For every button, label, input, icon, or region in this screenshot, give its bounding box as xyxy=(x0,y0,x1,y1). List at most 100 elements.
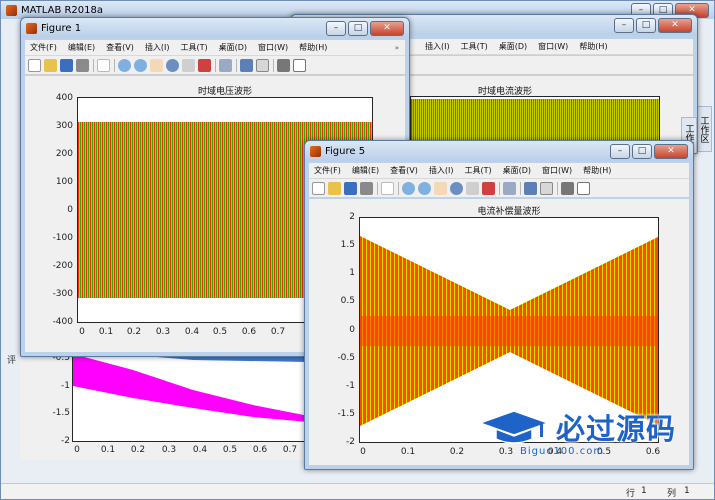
f5-ytick: -0.5 xyxy=(337,353,355,363)
figure1-title: Figure 1 xyxy=(41,22,82,34)
toolbar-separator xyxy=(520,181,521,195)
zoom-out-icon[interactable] xyxy=(134,58,147,72)
open-folder-icon[interactable] xyxy=(328,181,341,195)
print-icon[interactable] xyxy=(76,58,89,72)
new-file-icon[interactable] xyxy=(312,181,325,195)
menu-insert[interactable]: 插入(I) xyxy=(429,165,454,176)
maximize-button[interactable]: □ xyxy=(348,20,368,36)
menu-help[interactable]: 帮助(H) xyxy=(583,165,611,176)
link-plot-icon[interactable] xyxy=(503,181,516,195)
menu-edit[interactable]: 编辑(E) xyxy=(352,165,379,176)
f1-ytick: 100 xyxy=(55,177,73,187)
f5-ytick: 2 xyxy=(349,212,355,222)
data-cursor-icon[interactable] xyxy=(182,58,195,72)
toolbar-separator xyxy=(114,58,115,72)
menu-view[interactable]: 查看(V) xyxy=(390,165,418,176)
save-icon[interactable] xyxy=(60,58,73,72)
minimize-button[interactable]: – xyxy=(610,143,630,159)
data-cursor-icon[interactable] xyxy=(466,181,479,195)
menu-desktop[interactable]: 桌面(D) xyxy=(219,42,247,53)
hide-tools-icon[interactable] xyxy=(561,181,574,195)
close-button[interactable]: ✕ xyxy=(658,17,692,33)
figure1-titlebar: Figure 1 – □ ✕ xyxy=(21,18,409,38)
pan-hand-icon[interactable] xyxy=(434,181,447,195)
save-icon[interactable] xyxy=(344,181,357,195)
brush-icon[interactable] xyxy=(482,181,495,195)
menu-window[interactable]: 窗口(W) xyxy=(542,165,572,176)
menu-help[interactable]: 帮助(H) xyxy=(299,42,327,53)
f5-ytick: -1 xyxy=(346,381,355,391)
menu-chevron-icon[interactable]: » xyxy=(395,44,399,52)
menu-tools[interactable]: 工具(T) xyxy=(464,165,491,176)
status-col-value: 1 xyxy=(684,486,690,496)
menu-desktop[interactable]: 桌面(D) xyxy=(499,41,527,52)
toolbar-separator xyxy=(215,58,216,72)
brush-icon[interactable] xyxy=(198,58,211,72)
zoom-in-icon[interactable] xyxy=(402,181,415,195)
close-button[interactable]: ✕ xyxy=(654,143,688,159)
menu-window[interactable]: 窗口(W) xyxy=(538,41,568,52)
figure5-toolbar xyxy=(309,179,689,198)
menu-tools[interactable]: 工具(T) xyxy=(461,41,488,52)
link-plot-icon[interactable] xyxy=(219,58,232,72)
f1-xtick: 0.6 xyxy=(241,327,257,337)
new-file-icon[interactable] xyxy=(28,58,41,72)
menu-file[interactable]: 文件(F) xyxy=(30,42,57,53)
f1-ytick: -200 xyxy=(52,261,73,271)
f5-xtick: 0.6 xyxy=(645,447,661,457)
bg-ytick: -1 xyxy=(61,381,70,391)
pointer-icon[interactable] xyxy=(381,181,394,195)
toolbar-separator xyxy=(377,181,378,195)
hide-tools-icon[interactable] xyxy=(277,58,290,72)
colorbar-icon[interactable] xyxy=(524,181,537,195)
colorbar-icon[interactable] xyxy=(240,58,253,72)
close-button[interactable]: ✕ xyxy=(370,20,404,36)
pan-hand-icon[interactable] xyxy=(150,58,163,72)
menu-edit[interactable]: 编辑(E) xyxy=(68,42,95,53)
show-tools-icon[interactable] xyxy=(577,181,590,195)
zoom-in-icon[interactable] xyxy=(118,58,131,72)
figure1-menubar: 文件(F) 编辑(E) 查看(V) 插入(I) 工具(T) 桌面(D) 窗口(W… xyxy=(25,40,405,56)
status-row-value: 1 xyxy=(641,486,647,496)
bg-xtick: 0 xyxy=(74,445,80,455)
rotate-icon[interactable] xyxy=(450,181,463,195)
bg-xtick: 0.7 xyxy=(282,445,298,455)
menu-view[interactable]: 查看(V) xyxy=(106,42,134,53)
toolbar-separator xyxy=(236,58,237,72)
show-tools-icon[interactable] xyxy=(293,58,306,72)
f5-xtick: 0.3 xyxy=(498,447,514,457)
bg-xtick: 0.4 xyxy=(192,445,208,455)
minimize-button[interactable]: – xyxy=(326,20,346,36)
watermark-subtext: Biguo100.com xyxy=(520,446,605,457)
bg-xtick: 0.3 xyxy=(161,445,177,455)
watermark-text: 必过源码 xyxy=(556,412,677,446)
menu-insert[interactable]: 插入(I) xyxy=(145,42,170,53)
rotate-icon[interactable] xyxy=(166,58,179,72)
menu-help[interactable]: 帮助(H) xyxy=(579,41,607,52)
legend-icon[interactable] xyxy=(256,58,269,72)
maximize-button[interactable]: □ xyxy=(632,143,652,159)
desktop: MATLAB R2018a – □ ✕ 评 工作区 行 1 列 1 -0.5 -… xyxy=(0,0,715,500)
f5-ytick: 1 xyxy=(349,268,355,278)
left-stub: 评 xyxy=(7,356,17,366)
f1-ytick: -100 xyxy=(52,233,73,243)
pointer-icon[interactable] xyxy=(97,58,110,72)
bg-xtick: 0.2 xyxy=(130,445,146,455)
menu-desktop[interactable]: 桌面(D) xyxy=(503,165,531,176)
legend-icon[interactable] xyxy=(540,181,553,195)
zoom-out-icon[interactable] xyxy=(418,181,431,195)
menu-tools[interactable]: 工具(T) xyxy=(180,42,207,53)
print-icon[interactable] xyxy=(360,181,373,195)
menu-insert[interactable]: 插入(I) xyxy=(425,41,450,52)
bg-ytick: -1.5 xyxy=(52,408,70,418)
maximize-button[interactable]: □ xyxy=(636,17,656,33)
toolbar-separator xyxy=(398,181,399,195)
figure1-plot-title: 时域电压波形 xyxy=(197,87,253,97)
minimize-button[interactable]: – xyxy=(614,17,634,33)
toolbar-separator xyxy=(557,181,558,195)
open-folder-icon[interactable] xyxy=(44,58,57,72)
menu-file[interactable]: 文件(F) xyxy=(314,165,341,176)
f1-xtick: 0.5 xyxy=(212,327,228,337)
workspace-tab[interactable]: 工作区 xyxy=(696,106,712,152)
menu-window[interactable]: 窗口(W) xyxy=(258,42,288,53)
